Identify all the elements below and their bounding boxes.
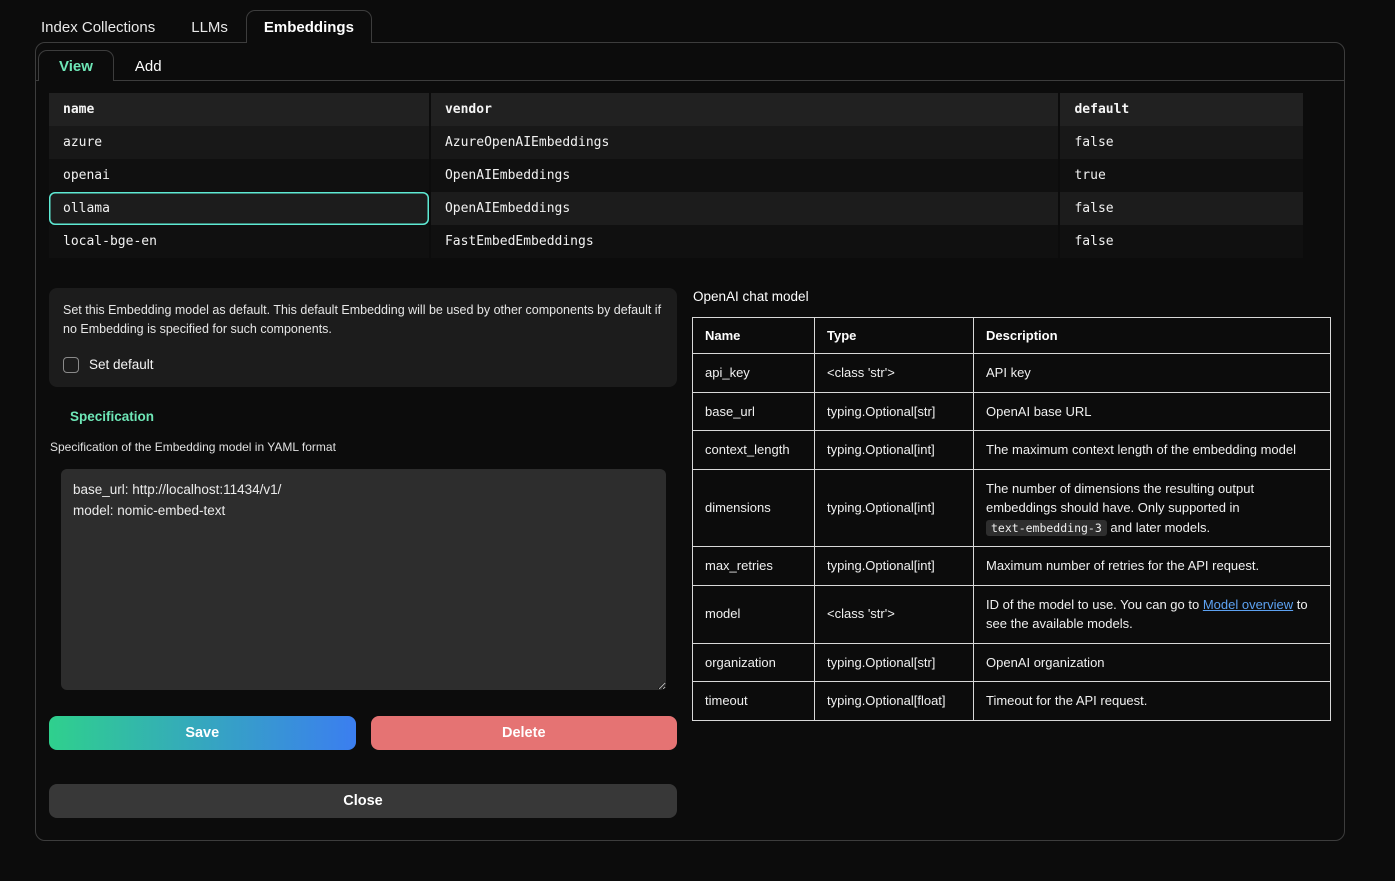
action-buttons: Save Delete	[49, 716, 677, 750]
embeddings-table-row[interactable]: azureAzureOpenAIEmbeddingsfalse	[49, 126, 1303, 159]
view-add-tabs: View Add	[36, 43, 1344, 81]
set-default-checkbox[interactable]	[63, 357, 79, 373]
embeddings-panel: View Add name vendor default azureAzureO	[35, 42, 1345, 841]
page: Index Collections LLMs Embeddings View A…	[0, 0, 1395, 841]
tab-embeddings[interactable]: Embeddings	[246, 10, 372, 43]
set-default-label: Set default	[89, 357, 154, 372]
param-description: Maximum number of retries for the API re…	[974, 547, 1331, 586]
column-header-param-name: Name	[693, 318, 815, 354]
embeddings-cell-name[interactable]: local-bge-en	[49, 225, 429, 258]
param-type: <class 'str'>	[815, 354, 974, 393]
column-header-param-type: Type	[815, 318, 974, 354]
embeddings-table-row[interactable]: openaiOpenAIEmbeddingstrue	[49, 159, 1303, 192]
embeddings-cell-name[interactable]: ollama	[49, 192, 429, 225]
param-description: OpenAI base URL	[974, 392, 1331, 431]
tab-llms[interactable]: LLMs	[173, 10, 246, 43]
column-header-vendor: vendor	[429, 93, 1059, 126]
model-table-body: api_key<class 'str'>API keybase_urltypin…	[693, 354, 1331, 721]
model-table-row: context_lengthtyping.Optional[int]The ma…	[693, 431, 1331, 470]
param-description: OpenAI organization	[974, 643, 1331, 682]
param-name: base_url	[693, 392, 815, 431]
embeddings-table-row[interactable]: ollamaOpenAIEmbeddingsfalse	[49, 192, 1303, 225]
param-name: dimensions	[693, 469, 815, 547]
embeddings-table: name vendor default azureAzureOpenAIEmbe…	[49, 93, 1303, 258]
embeddings-cell-vendor[interactable]: AzureOpenAIEmbeddings	[429, 126, 1059, 159]
param-name: timeout	[693, 682, 815, 721]
model-overview-link[interactable]: Model overview	[1203, 597, 1293, 612]
inline-code: text-embedding-3	[986, 520, 1107, 536]
save-button[interactable]: Save	[49, 716, 356, 750]
model-params-table: Name Type Description api_key<class 'str…	[692, 317, 1331, 721]
param-name: max_retries	[693, 547, 815, 586]
specification-subtext: Specification of the Embedding model in …	[50, 440, 677, 454]
param-type: typing.Optional[str]	[815, 643, 974, 682]
yaml-spec-textarea[interactable]	[61, 469, 666, 690]
column-header-default: default	[1058, 93, 1303, 126]
embeddings-cell-name[interactable]: azure	[49, 126, 429, 159]
embeddings-table-row[interactable]: local-bge-enFastEmbedEmbeddingsfalse	[49, 225, 1303, 258]
embeddings-cell-vendor[interactable]: OpenAIEmbeddings	[429, 192, 1059, 225]
default-card: Set this Embedding model as default. Thi…	[49, 288, 677, 387]
model-table-row: model<class 'str'>ID of the model to use…	[693, 585, 1331, 643]
param-description: The number of dimensions the resulting o…	[974, 469, 1331, 547]
tab-add[interactable]: Add	[114, 50, 183, 81]
model-doc-column: OpenAI chat model Name Type Description	[692, 288, 1331, 818]
param-type: typing.Optional[int]	[815, 469, 974, 547]
view-tab-content: name vendor default azureAzureOpenAIEmbe…	[36, 81, 1344, 840]
embeddings-cell-default[interactable]: false	[1058, 126, 1303, 159]
model-panel-title: OpenAI chat model	[693, 289, 1331, 304]
param-name: organization	[693, 643, 815, 682]
param-type: typing.Optional[int]	[815, 431, 974, 470]
model-table-header: Name Type Description	[693, 318, 1331, 354]
param-type: typing.Optional[str]	[815, 392, 974, 431]
param-type: typing.Optional[int]	[815, 547, 974, 586]
param-type: <class 'str'>	[815, 585, 974, 643]
model-table-row: dimensionstyping.Optional[int]The number…	[693, 469, 1331, 547]
embedding-detail-column: Set this Embedding model as default. Thi…	[49, 288, 677, 818]
param-description: ID of the model to use. You can go to Mo…	[974, 585, 1331, 643]
embeddings-cell-name[interactable]: openai	[49, 159, 429, 192]
param-name: context_length	[693, 431, 815, 470]
param-name: api_key	[693, 354, 815, 393]
param-description: Timeout for the API request.	[974, 682, 1331, 721]
embeddings-cell-default[interactable]: true	[1058, 159, 1303, 192]
detail-area: Set this Embedding model as default. Thi…	[49, 288, 1331, 818]
embeddings-cell-vendor[interactable]: OpenAIEmbeddings	[429, 159, 1059, 192]
specification-heading: Specification	[70, 409, 677, 424]
param-type: typing.Optional[float]	[815, 682, 974, 721]
model-table-row: organizationtyping.Optional[str]OpenAI o…	[693, 643, 1331, 682]
param-description: The maximum context length of the embedd…	[974, 431, 1331, 470]
tab-index-collections[interactable]: Index Collections	[23, 10, 173, 43]
embeddings-cell-vendor[interactable]: FastEmbedEmbeddings	[429, 225, 1059, 258]
column-header-param-description: Description	[974, 318, 1331, 354]
embeddings-table-body: azureAzureOpenAIEmbeddingsfalseopenaiOpe…	[49, 126, 1303, 258]
embeddings-cell-default[interactable]: false	[1058, 192, 1303, 225]
column-header-name: name	[49, 93, 429, 126]
model-table-row: timeouttyping.Optional[float]Timeout for…	[693, 682, 1331, 721]
embeddings-table-header: name vendor default	[49, 93, 1303, 126]
model-table-row: base_urltyping.Optional[str]OpenAI base …	[693, 392, 1331, 431]
close-button[interactable]: Close	[49, 784, 677, 818]
tab-view[interactable]: View	[38, 50, 114, 81]
delete-button[interactable]: Delete	[371, 716, 678, 750]
main-tabs: Index Collections LLMs Embeddings	[23, 10, 1345, 42]
set-default-row[interactable]: Set default	[63, 357, 663, 373]
param-description: API key	[974, 354, 1331, 393]
model-table-row: api_key<class 'str'>API key	[693, 354, 1331, 393]
param-name: model	[693, 585, 815, 643]
model-table-row: max_retriestyping.Optional[int]Maximum n…	[693, 547, 1331, 586]
yaml-editor-wrap	[61, 469, 666, 690]
default-description: Set this Embedding model as default. Thi…	[63, 301, 663, 340]
embeddings-cell-default[interactable]: false	[1058, 225, 1303, 258]
